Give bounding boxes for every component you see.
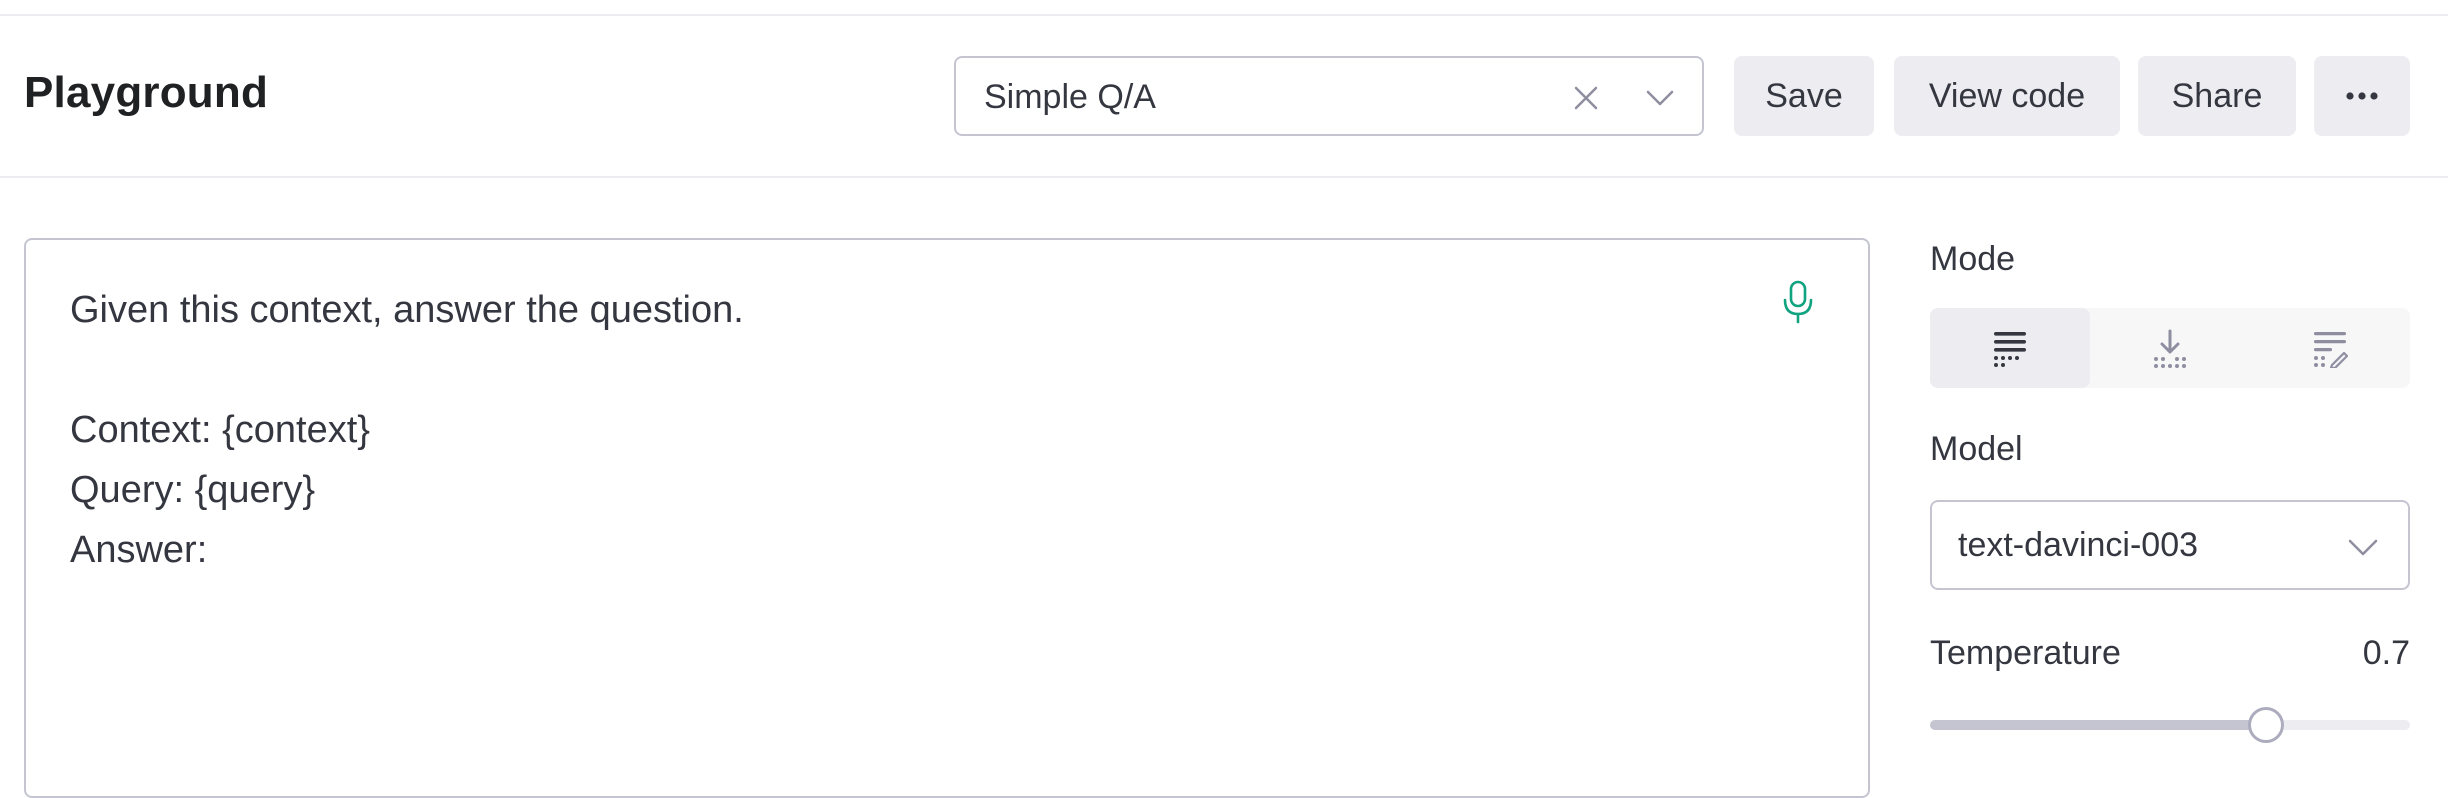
chevron-down-icon[interactable] <box>1642 82 1678 114</box>
model-select-value: text-davinci-003 <box>1958 526 2199 564</box>
edit-mode-icon <box>2314 332 2348 368</box>
page-title: Playground <box>24 68 269 117</box>
preset-select-value: Simple Q/A <box>984 78 1156 116</box>
prompt-editor[interactable]: Given this context, answer the question.… <box>24 238 1870 798</box>
save-button[interactable]: Save <box>1734 56 1874 136</box>
share-button[interactable]: Share <box>2138 56 2296 136</box>
model-label: Model <box>1930 430 2023 468</box>
insert-mode-icon <box>2154 329 2186 368</box>
complete-mode-icon <box>1994 332 2026 367</box>
mode-edit-button[interactable] <box>2250 308 2410 388</box>
microphone-icon[interactable] <box>1778 278 1818 326</box>
temperature-slider[interactable] <box>1930 707 2410 743</box>
mode-label: Mode <box>1930 240 2016 278</box>
close-icon[interactable] <box>1568 80 1604 116</box>
view-code-button[interactable]: View code <box>1894 56 2120 136</box>
temperature-slider-thumb[interactable] <box>2248 707 2284 743</box>
temperature-value[interactable]: 0.7 <box>2363 634 2410 673</box>
mode-insert-button[interactable] <box>2090 308 2250 388</box>
more-horizontal-icon <box>2346 92 2378 100</box>
top-divider <box>0 0 2448 16</box>
temperature-slider-fill <box>1930 720 2266 730</box>
more-options-button[interactable] <box>2314 56 2410 136</box>
mode-selector <box>1930 308 2410 388</box>
prompt-text[interactable]: Given this context, answer the question.… <box>70 280 1770 580</box>
mode-complete-button[interactable] <box>1930 308 2090 388</box>
settings-sidebar: Mode Model text-davinci-003 Temperature … <box>1930 178 2410 780</box>
model-select[interactable]: text-davinci-003 <box>1930 500 2410 590</box>
chevron-down-icon <box>2348 539 2378 556</box>
preset-select[interactable]: Simple Q/A <box>954 56 1704 136</box>
header-bar: Playground Simple Q/A Save View code Sha… <box>0 16 2448 178</box>
temperature-label: Temperature <box>1930 634 2121 672</box>
